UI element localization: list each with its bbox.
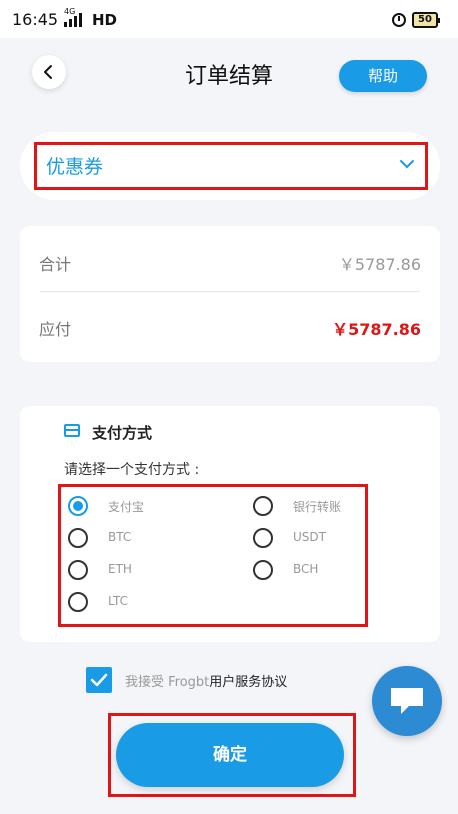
radio-icon[interactable] [68,592,88,612]
payment-option-label: BTC [108,530,132,544]
network-tag: 4G [64,7,76,16]
total-value: ￥5787.86 [338,255,421,274]
payment-option-label: LTC [108,594,129,608]
chat-bubble-icon [391,688,423,714]
credit-card-icon [64,424,80,437]
payment-option-label: BCH [293,562,319,576]
agreement-text: 我接受 Frogbt用户服务协议 [125,671,287,690]
confirm-button[interactable]: 确定 [116,723,344,787]
payment-option-label: 支付宝 [108,500,145,514]
status-bar: 16:45 4G HD 50 [0,0,458,38]
agreement-prefix: 我接受 Frogbt [125,675,210,690]
battery-icon: 50 [412,12,440,28]
payment-option-usdt[interactable]: USDT [253,528,373,552]
payment-option-alipay[interactable]: 支付宝 [68,496,228,520]
amount-due-value: ￥5787.86 [332,320,421,339]
radio-selected-icon[interactable] [68,496,88,516]
radio-icon[interactable] [253,496,273,516]
payment-option-bank-transfer[interactable]: 银行转账 [253,496,373,520]
payment-prompt: 请选择一个支付方式 : [64,462,200,478]
radio-icon[interactable] [68,560,88,580]
chevron-down-icon[interactable] [398,158,416,170]
payment-option-label: USDT [293,530,326,544]
payment-option-bch[interactable]: BCH [253,560,373,584]
payment-option-btc[interactable]: BTC [68,528,228,552]
help-button[interactable]: 帮助 [339,60,427,92]
payment-option-eth[interactable]: ETH [68,560,228,584]
payment-option-label: 银行转账 [293,500,342,514]
amount-due-label: 应付 [39,320,72,339]
payment-option-ltc[interactable]: LTC [68,592,228,616]
coupon-label: 优惠券 [46,156,104,178]
order-summary-card [20,226,440,362]
alarm-icon [392,13,406,27]
total-label: 合计 [39,255,72,274]
network-label: HD [92,11,118,29]
service-agreement-link[interactable]: 用户服务协议 [209,675,287,690]
signal-icon: 4G [64,7,88,27]
payment-heading: 支付方式 [92,424,153,442]
payment-option-label: ETH [108,562,132,576]
radio-icon[interactable] [253,528,273,548]
agreement-checkbox[interactable] [86,667,112,693]
chat-support-button[interactable] [372,666,442,736]
radio-icon[interactable] [253,560,273,580]
checkmark-icon [90,673,108,687]
divider [40,291,420,292]
radio-icon[interactable] [68,528,88,548]
status-time: 16:45 [12,10,59,29]
